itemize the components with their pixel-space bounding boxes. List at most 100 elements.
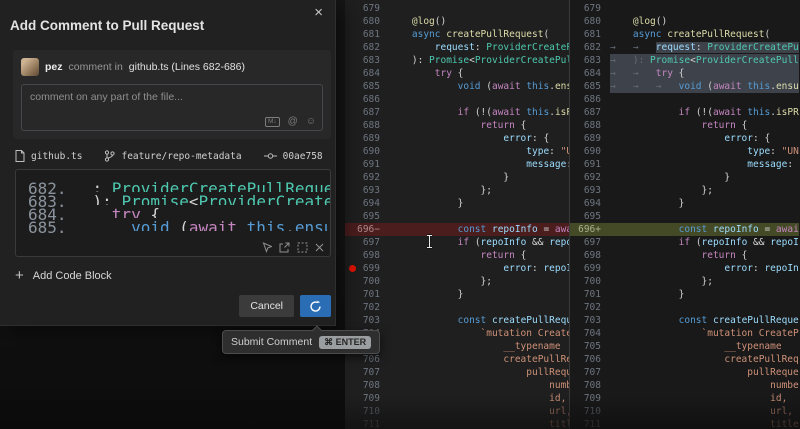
code-line-682[interactable]: 682→ → request: ProviderCreatePullReques… bbox=[570, 41, 799, 54]
code-line-679[interactable]: 679 bbox=[345, 2, 569, 15]
line-number[interactable]: 697 bbox=[345, 236, 389, 249]
code-line-694[interactable]: 694 } bbox=[570, 197, 799, 210]
code-line-707[interactable]: 707 pullRequest { bbox=[345, 366, 569, 379]
code-line-708[interactable]: 708 number, bbox=[345, 379, 569, 392]
line-number[interactable]: 711 bbox=[345, 418, 389, 429]
code-line-710[interactable]: 710 url, bbox=[345, 405, 569, 418]
line-number[interactable]: 698 bbox=[570, 249, 610, 262]
code-line-702[interactable]: 702 bbox=[345, 301, 569, 314]
line-number[interactable]: 704 bbox=[570, 327, 610, 340]
code-line-693[interactable]: 693 }; bbox=[345, 184, 569, 197]
code-line-698[interactable]: 698 return { bbox=[345, 249, 569, 262]
line-number[interactable]: 703 bbox=[570, 314, 610, 327]
line-number[interactable]: 693 bbox=[570, 184, 610, 197]
line-number[interactable]: 679 bbox=[570, 2, 610, 15]
line-number[interactable]: 703 bbox=[345, 314, 389, 327]
line-number[interactable]: 688 bbox=[570, 119, 610, 132]
line-number[interactable]: 705 bbox=[570, 340, 610, 353]
line-number[interactable]: 700 bbox=[570, 275, 610, 288]
diff-pane-modified[interactable]: 679680 @log()681 async createPullRequest… bbox=[570, 0, 799, 429]
code-line-699[interactable]: 699 error: repoInfo.error, bbox=[345, 262, 569, 275]
code-line-684[interactable]: 684→ → try { bbox=[570, 67, 799, 80]
code-line-697[interactable]: 697 if (repoInfo && repoInfo.error) { bbox=[570, 236, 799, 249]
line-number[interactable]: 681 bbox=[345, 28, 389, 41]
line-number[interactable]: 680 bbox=[345, 15, 389, 28]
code-line-696[interactable]: 696+ const repoInfo = await this.getRepo… bbox=[570, 223, 799, 236]
code-line-680[interactable]: 680 @log() bbox=[345, 15, 569, 28]
code-line-701[interactable]: 701 } bbox=[570, 288, 799, 301]
code-line-711[interactable]: 711 title bbox=[570, 418, 799, 429]
line-number[interactable]: 708 bbox=[345, 379, 389, 392]
code-line-694[interactable]: 694 } bbox=[345, 197, 569, 210]
line-number[interactable]: 686 bbox=[345, 93, 389, 106]
code-line-711[interactable]: 711 title bbox=[345, 418, 569, 429]
code-line-692[interactable]: 692 } bbox=[345, 171, 569, 184]
code-line-682[interactable]: 682 request: ProviderCreatePullRequestRe… bbox=[345, 41, 569, 54]
code-line-683[interactable]: 683→ ): Promise<ProviderCreatePullReques… bbox=[570, 54, 799, 67]
code-line-690[interactable]: 690 type: "UNKNOWN", bbox=[345, 145, 569, 158]
cancel-button[interactable]: Cancel bbox=[239, 295, 294, 317]
code-line-704[interactable]: 704 `mutation CreatePullRequest( bbox=[570, 327, 799, 340]
line-number[interactable]: 700 bbox=[345, 275, 389, 288]
code-line-698[interactable]: 698 return { bbox=[570, 249, 799, 262]
line-number[interactable]: 697 bbox=[570, 236, 610, 249]
line-number[interactable]: 710 bbox=[570, 405, 610, 418]
line-number[interactable]: 680 bbox=[570, 15, 610, 28]
code-line-688[interactable]: 688 return { bbox=[570, 119, 799, 132]
open-external-icon[interactable] bbox=[279, 242, 290, 253]
line-number[interactable]: 688 bbox=[345, 119, 389, 132]
code-line-688[interactable]: 688 return { bbox=[345, 119, 569, 132]
code-line-697[interactable]: 697 if (repoInfo && repoInfo.error) { bbox=[345, 236, 569, 249]
code-line-695[interactable]: 695 bbox=[345, 210, 569, 223]
code-line-708[interactable]: 708 number, bbox=[570, 379, 799, 392]
code-line-679[interactable]: 679 bbox=[570, 2, 799, 15]
line-number[interactable]: 691 bbox=[345, 158, 389, 171]
code-line-707[interactable]: 707 pullRequest { bbox=[570, 366, 799, 379]
line-number[interactable]: 692 bbox=[570, 171, 610, 184]
line-number[interactable]: 706 bbox=[345, 353, 389, 366]
selection-box-icon[interactable] bbox=[297, 242, 308, 253]
line-number[interactable]: 709 bbox=[345, 392, 389, 405]
code-line-685[interactable]: 685 void (await this.ensureConnected()); bbox=[345, 80, 569, 93]
code-line-699[interactable]: 699 error: repoInfo.error, bbox=[570, 262, 799, 275]
line-number[interactable]: 702 bbox=[345, 301, 389, 314]
code-line-692[interactable]: 692 } bbox=[570, 171, 799, 184]
line-number[interactable]: 682 bbox=[345, 41, 389, 54]
line-number[interactable]: 693 bbox=[345, 184, 389, 197]
submit-comment-button[interactable] bbox=[300, 295, 331, 317]
line-number[interactable]: 707 bbox=[570, 366, 610, 379]
code-line-689[interactable]: 689 error: { bbox=[570, 132, 799, 145]
diff-pane-original[interactable]: 679680 @log()681 async createPullRequest… bbox=[345, 0, 570, 429]
line-number[interactable]: 694 bbox=[345, 197, 389, 210]
code-line-700[interactable]: 700 }; bbox=[345, 275, 569, 288]
line-number[interactable]: 691 bbox=[570, 158, 610, 171]
code-line-685[interactable]: 685→ → → void (await this.ensureConnecte… bbox=[570, 80, 799, 93]
code-line-691[interactable]: 691 message: "PR API unavailable", bbox=[570, 158, 799, 171]
code-line-709[interactable]: 709 id, bbox=[345, 392, 569, 405]
code-line-706[interactable]: 706 createPullRequest( bbox=[345, 353, 569, 366]
line-number[interactable]: 692 bbox=[345, 171, 389, 184]
code-line-709[interactable]: 709 id, bbox=[570, 392, 799, 405]
line-number[interactable]: 708 bbox=[570, 379, 610, 392]
line-number[interactable]: 709 bbox=[570, 392, 610, 405]
line-number[interactable]: 699 bbox=[570, 262, 610, 275]
line-number[interactable]: 685 bbox=[345, 80, 389, 93]
line-number[interactable]: 683 bbox=[570, 54, 610, 67]
markdown-icon[interactable]: M↓ bbox=[265, 117, 280, 127]
line-number[interactable]: 701 bbox=[345, 288, 389, 301]
line-number[interactable]: 695 bbox=[345, 210, 389, 223]
add-code-block-button[interactable]: + Add Code Block bbox=[15, 270, 335, 282]
line-number[interactable]: 685 bbox=[570, 80, 610, 93]
line-number[interactable]: 683 bbox=[345, 54, 389, 67]
code-line-701[interactable]: 701 } bbox=[345, 288, 569, 301]
code-line-681[interactable]: 681 async createPullRequest( bbox=[570, 28, 799, 41]
line-number[interactable]: 696− bbox=[345, 223, 389, 236]
code-line-686[interactable]: 686 bbox=[345, 93, 569, 106]
line-number[interactable]: 682 bbox=[570, 41, 610, 54]
line-number[interactable]: 710 bbox=[345, 405, 389, 418]
line-number[interactable]: 695 bbox=[570, 210, 610, 223]
remove-snippet-icon[interactable] bbox=[315, 243, 324, 252]
line-number[interactable]: 698 bbox=[345, 249, 389, 262]
code-line-686[interactable]: 686 bbox=[570, 93, 799, 106]
line-number[interactable]: 686 bbox=[570, 93, 610, 106]
